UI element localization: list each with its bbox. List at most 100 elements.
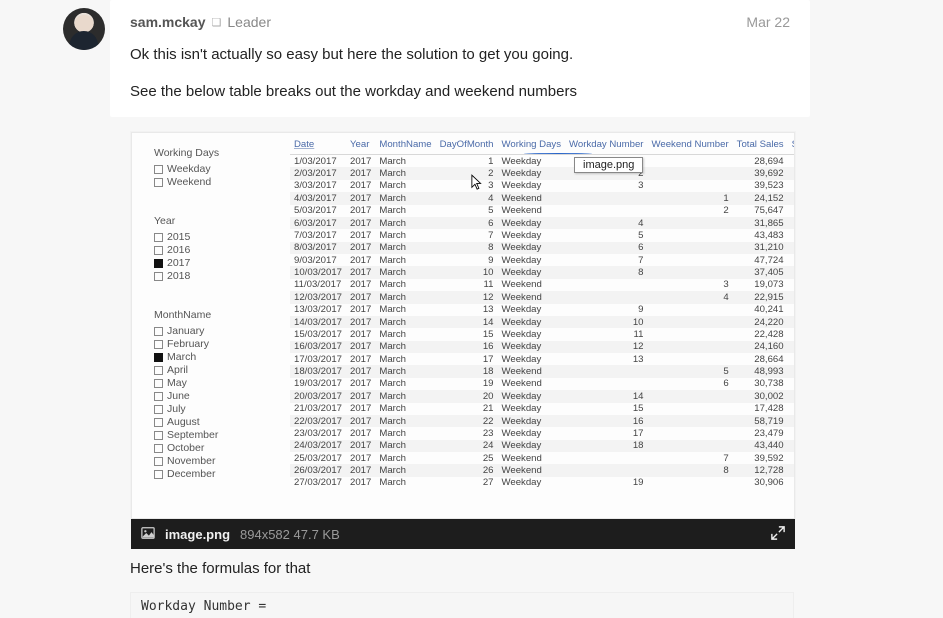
- slicer-item[interactable]: May: [154, 377, 264, 390]
- slicer-item[interactable]: November: [154, 455, 264, 468]
- table-row[interactable]: 18/03/20172017March18Weekend548,99344,63…: [290, 365, 795, 377]
- checkbox-icon[interactable]: [154, 340, 163, 349]
- table-row[interactable]: 16/03/20172017March16Weekday1224,16030,2…: [290, 341, 795, 353]
- slicer-month[interactable]: MonthName JanuaryFebruaryMarchAprilMayJu…: [154, 309, 264, 481]
- table-cell: 24,160: [733, 341, 788, 353]
- table-row[interactable]: 21/03/20172017March21Weekday1517,42831,3…: [290, 403, 795, 415]
- slicer-item[interactable]: February: [154, 338, 264, 351]
- table-row[interactable]: 20/03/20172017March20Weekday1430,00232,0…: [290, 390, 795, 402]
- column-header[interactable]: DayOfMonth: [436, 137, 498, 155]
- slicer-item[interactable]: August: [154, 416, 264, 429]
- slicer-item[interactable]: March: [154, 351, 264, 364]
- table-row[interactable]: 9/03/20172017March9Weekday747,72421,771: [290, 254, 795, 266]
- username[interactable]: sam.mckay: [130, 14, 206, 30]
- embedded-image[interactable]: Working Days WeekdayWeekend Year 2015201…: [131, 132, 795, 519]
- column-header[interactable]: Sales LY: [788, 137, 795, 155]
- data-table[interactable]: DateYearMonthNameDayOfMonthWorking DaysW…: [290, 137, 790, 489]
- checkbox-icon[interactable]: [154, 379, 163, 388]
- table-row[interactable]: 22/03/20172017March22Weekday1658,71917,6…: [290, 415, 795, 427]
- table-cell: 9: [565, 304, 647, 316]
- slicer-item-label: June: [167, 390, 190, 403]
- table-cell: March: [375, 316, 435, 328]
- column-header[interactable]: Working Days: [497, 137, 565, 155]
- checkbox-icon[interactable]: [154, 165, 163, 174]
- table-row[interactable]: 1/03/20172017March1Weekday128,69420,817: [290, 155, 795, 168]
- table-row[interactable]: 12/03/20172017March12Weekend422,91536,09…: [290, 291, 795, 303]
- checkbox-icon[interactable]: [154, 470, 163, 479]
- column-header[interactable]: MonthName: [375, 137, 435, 155]
- table-cell: Weekend: [497, 279, 565, 291]
- checkbox-icon[interactable]: [154, 327, 163, 336]
- post-date[interactable]: Mar 22: [746, 14, 790, 30]
- table-row[interactable]: 2/03/20172017March2Weekday239,69228,023: [290, 167, 795, 179]
- slicer-item[interactable]: 2016: [154, 244, 264, 257]
- slicer-item[interactable]: 2015: [154, 231, 264, 244]
- table-row[interactable]: 17/03/20172017March17Weekday1328,66435,8…: [290, 353, 795, 365]
- slicer-item[interactable]: Weekend: [154, 176, 264, 189]
- table-cell: 15/03/2017: [290, 328, 346, 340]
- table-cell: 16: [436, 341, 498, 353]
- slicer-item[interactable]: September: [154, 429, 264, 442]
- image-filename[interactable]: image.png: [165, 527, 230, 542]
- slicer-item[interactable]: April: [154, 364, 264, 377]
- table-row[interactable]: 4/03/20172017March4Weekend124,15252,643: [290, 192, 795, 204]
- column-header[interactable]: Date: [290, 137, 346, 155]
- slicer-item[interactable]: 2017: [154, 257, 264, 270]
- column-header[interactable]: Year: [346, 137, 375, 155]
- table-row[interactable]: 13/03/20172017March13Weekday940,24132,85…: [290, 304, 795, 316]
- slicer-item[interactable]: June: [154, 390, 264, 403]
- table-cell: 2017: [346, 205, 375, 217]
- table-row[interactable]: 15/03/20172017March15Weekday1122,42821,3…: [290, 328, 795, 340]
- table-row[interactable]: 14/03/20172017March14Weekday1024,22017,8…: [290, 316, 795, 328]
- table-row[interactable]: 19/03/20172017March19Weekend630,73838,42…: [290, 378, 795, 390]
- checkbox-icon[interactable]: [154, 353, 163, 362]
- checkbox-icon[interactable]: [154, 444, 163, 453]
- table-cell: 40,241: [733, 304, 788, 316]
- slicer-item[interactable]: January: [154, 325, 264, 338]
- checkbox-icon[interactable]: [154, 366, 163, 375]
- table-row[interactable]: 26/03/20172017March26Weekend812,72826,65…: [290, 464, 795, 476]
- column-header[interactable]: Total Sales: [733, 137, 788, 155]
- checkbox-icon[interactable]: [154, 418, 163, 427]
- column-header[interactable]: Workday Number: [565, 137, 647, 155]
- table-cell: 19,572: [788, 477, 795, 489]
- table-cell: 10: [565, 316, 647, 328]
- checkbox-icon[interactable]: [154, 246, 163, 255]
- table-row[interactable]: 24/03/20172017March24Weekday1843,44032,1…: [290, 440, 795, 452]
- checkbox-icon[interactable]: [154, 405, 163, 414]
- avatar[interactable]: [63, 8, 105, 50]
- table-row[interactable]: 10/03/20172017March10Weekday837,40535,31…: [290, 266, 795, 278]
- column-header[interactable]: Weekend Number: [648, 137, 733, 155]
- slicer-title: Year: [154, 215, 264, 227]
- table-cell: 2017: [346, 477, 375, 489]
- checkbox-icon[interactable]: [154, 431, 163, 440]
- slicer-item[interactable]: October: [154, 442, 264, 455]
- slicer-item[interactable]: July: [154, 403, 264, 416]
- checkbox-icon[interactable]: [154, 392, 163, 401]
- slicer-item[interactable]: 2018: [154, 270, 264, 283]
- checkbox-icon[interactable]: [154, 178, 163, 187]
- slicer-item-label: July: [167, 403, 186, 416]
- table-row[interactable]: 8/03/20172017March8Weekday631,21036,760: [290, 242, 795, 254]
- checkbox-icon[interactable]: [154, 233, 163, 242]
- table-row[interactable]: 11/03/20172017March11Weekend319,07323,99…: [290, 279, 795, 291]
- table-cell: 28,664: [733, 353, 788, 365]
- table-row[interactable]: 7/03/20172017March7Weekday543,48325,851: [290, 229, 795, 241]
- checkbox-icon[interactable]: [154, 272, 163, 281]
- slicer-year[interactable]: Year 2015201620172018: [154, 215, 264, 283]
- table-cell: 3: [436, 180, 498, 192]
- table-row[interactable]: 25/03/20172017March25Weekend739,59258,49…: [290, 452, 795, 464]
- table-cell: 2017: [346, 415, 375, 427]
- table-cell: [648, 304, 733, 316]
- slicer-item[interactable]: December: [154, 468, 264, 481]
- slicer-working-days[interactable]: Working Days WeekdayWeekend: [154, 147, 264, 189]
- slicer-item[interactable]: Weekday: [154, 163, 264, 176]
- checkbox-icon[interactable]: [154, 259, 163, 268]
- expand-icon[interactable]: [771, 526, 785, 543]
- checkbox-icon[interactable]: [154, 457, 163, 466]
- table-row[interactable]: 6/03/20172017March6Weekday431,86531,131: [290, 217, 795, 229]
- table-row[interactable]: 23/03/20172017March23Weekday1723,47949,8…: [290, 427, 795, 439]
- table-row[interactable]: 3/03/20172017March3Weekday339,52333,850: [290, 180, 795, 192]
- table-row[interactable]: 27/03/20172017March27Weekday1930,90619,5…: [290, 477, 795, 489]
- table-row[interactable]: 5/03/20172017March5Weekend275,64743,131: [290, 205, 795, 217]
